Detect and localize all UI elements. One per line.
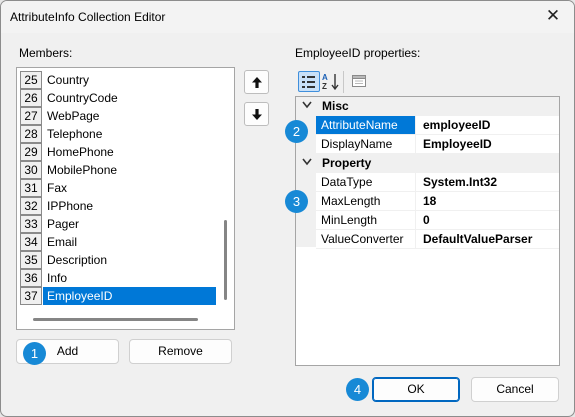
category-row-property[interactable]: Property <box>296 154 559 173</box>
property-value[interactable]: 18 <box>417 192 559 210</box>
cancel-button[interactable]: Cancel <box>471 377 559 402</box>
property-row-attributename[interactable]: AttributeName employeeID <box>316 116 559 135</box>
step-badge-3: 3 <box>285 190 308 213</box>
list-item[interactable]: 25 Country <box>20 71 216 89</box>
list-item[interactable]: 36 Info <box>20 269 216 287</box>
member-index: 34 <box>20 233 42 251</box>
property-pages-icon <box>352 75 366 87</box>
list-item[interactable]: 29 HomePhone <box>20 143 216 161</box>
step-badge-4: 4 <box>346 378 369 401</box>
member-index: 33 <box>20 215 42 233</box>
property-row-maxlength[interactable]: MaxLength 18 <box>316 192 559 211</box>
category-label: Misc <box>322 99 349 113</box>
property-row-displayname[interactable]: DisplayName EmployeeID <box>316 135 559 154</box>
categorized-button[interactable] <box>298 71 320 92</box>
list-item[interactable]: 34 Email <box>20 233 216 251</box>
property-grid[interactable]: Misc AttributeName employeeID DisplayNam… <box>295 96 560 366</box>
member-index: 28 <box>20 125 42 143</box>
category-label: Property <box>322 156 372 170</box>
property-value[interactable]: EmployeeID <box>417 135 559 153</box>
arrow-down-icon <box>252 109 262 120</box>
property-name: ValueConverter <box>316 230 416 248</box>
property-value[interactable]: employeeID <box>417 116 559 134</box>
member-name: Fax <box>47 181 68 195</box>
members-label: Members: <box>19 46 73 60</box>
member-name: IPPhone <box>47 199 94 213</box>
member-name: Info <box>47 271 68 285</box>
member-name: Country <box>47 73 90 87</box>
property-row-valueconverter[interactable]: ValueConverter DefaultValueParser <box>316 230 559 249</box>
list-item[interactable]: 27 WebPage <box>20 107 216 125</box>
property-name: MinLength <box>316 211 416 229</box>
alphabetical-button[interactable]: A Z <box>320 71 342 92</box>
vertical-scrollbar[interactable] <box>224 220 227 300</box>
property-value[interactable]: 0 <box>417 211 559 229</box>
member-name: HomePhone <box>47 145 114 159</box>
member-name: Telephone <box>47 127 103 141</box>
member-index: 35 <box>20 251 42 269</box>
list-item[interactable]: 35 Description <box>20 251 216 269</box>
ok-button[interactable]: OK <box>372 377 460 402</box>
chevron-down-icon[interactable] <box>302 156 312 171</box>
member-index: 36 <box>20 269 42 287</box>
svg-text:Z: Z <box>322 82 327 91</box>
list-item[interactable]: 26 CountryCode <box>20 89 216 107</box>
properties-label: EmployeeID properties: <box>295 46 421 60</box>
toolbar-separator <box>343 71 344 93</box>
member-name: CountryCode <box>47 91 118 105</box>
property-row-datatype[interactable]: DataType System.Int32 <box>316 173 559 192</box>
categorized-icon <box>302 76 315 88</box>
member-index: 30 <box>20 161 42 179</box>
list-item[interactable]: 32 IPPhone <box>20 197 216 215</box>
member-index: 27 <box>20 107 42 125</box>
horizontal-scrollbar[interactable] <box>33 318 198 321</box>
move-down-button[interactable] <box>244 102 269 126</box>
member-name: Pager <box>47 217 80 231</box>
move-up-button[interactable] <box>244 70 269 94</box>
list-item[interactable]: 30 MobilePhone <box>20 161 216 179</box>
property-value[interactable]: System.Int32 <box>417 173 559 191</box>
property-value[interactable]: DefaultValueParser <box>417 230 559 248</box>
property-name: DisplayName <box>316 135 416 153</box>
list-item-selected[interactable]: 37 EmployeeID <box>20 287 216 305</box>
step-badge-2: 2 <box>285 120 308 143</box>
member-name: Description <box>47 253 108 267</box>
category-row-misc[interactable]: Misc <box>296 97 559 116</box>
close-button[interactable]: ✕ <box>538 3 568 29</box>
member-name: Email <box>47 235 78 249</box>
member-index: 37 <box>20 287 42 305</box>
window-title: AttributeInfo Collection Editor <box>10 10 166 24</box>
arrow-up-icon <box>252 77 262 88</box>
property-name: MaxLength <box>316 192 416 210</box>
member-index: 31 <box>20 179 42 197</box>
members-list[interactable]: 25 Country 26 CountryCode 27 WebPage 28 … <box>16 67 235 330</box>
property-pages-button[interactable] <box>349 71 371 92</box>
member-index: 32 <box>20 197 42 215</box>
collection-editor-dialog: AttributeInfo Collection Editor ✕ Member… <box>0 0 575 417</box>
member-name: EmployeeID <box>43 287 216 305</box>
member-index: 25 <box>20 71 42 89</box>
member-index: 29 <box>20 143 42 161</box>
list-item[interactable]: 28 Telephone <box>20 125 216 143</box>
property-name: AttributeName <box>316 116 416 134</box>
member-name: MobilePhone <box>47 163 118 177</box>
member-name: WebPage <box>47 109 100 123</box>
member-index: 26 <box>20 89 42 107</box>
list-item[interactable]: 33 Pager <box>20 215 216 233</box>
remove-button[interactable]: Remove <box>129 339 232 364</box>
sort-alphabetical-icon: A Z <box>322 73 339 91</box>
svg-text:A: A <box>322 73 328 82</box>
list-item[interactable]: 31 Fax <box>20 179 216 197</box>
chevron-down-icon[interactable] <box>302 99 312 114</box>
property-name: DataType <box>316 173 416 191</box>
step-badge-1: 1 <box>23 342 46 365</box>
title-bar: AttributeInfo Collection Editor ✕ <box>1 1 574 33</box>
property-row-minlength[interactable]: MinLength 0 <box>316 211 559 230</box>
